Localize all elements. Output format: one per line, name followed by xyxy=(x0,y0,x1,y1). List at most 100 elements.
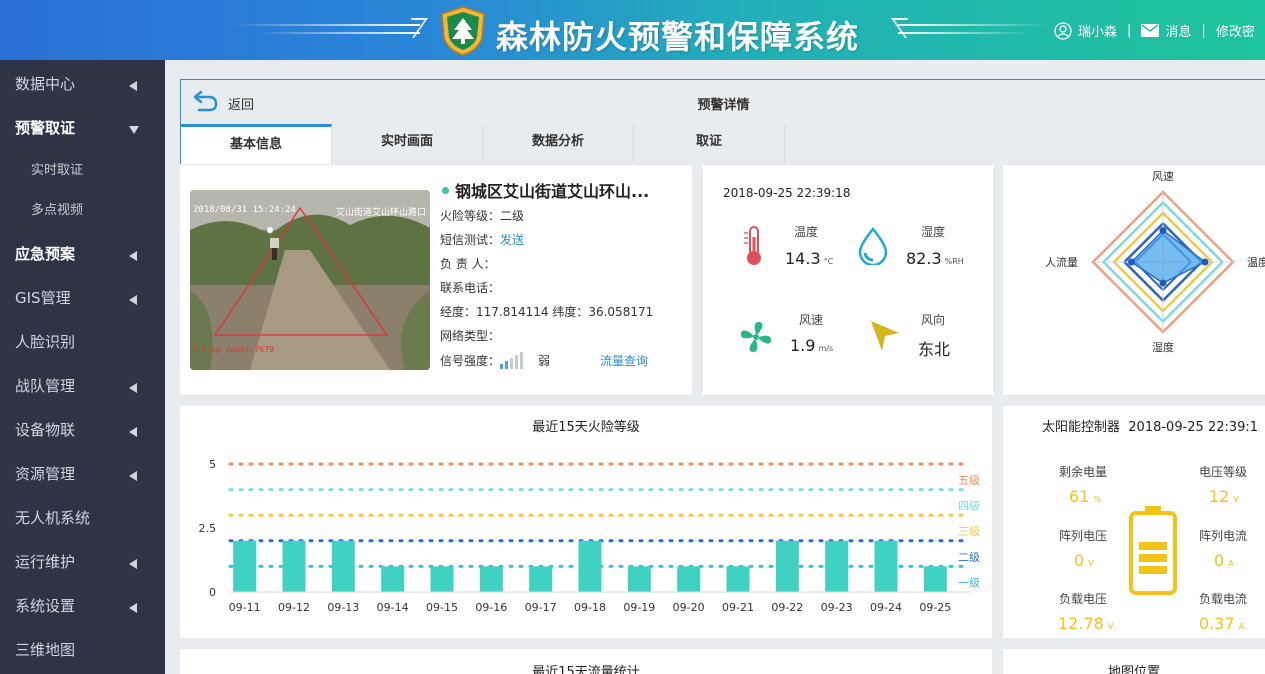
bar[interactable] xyxy=(825,540,849,592)
reference-line-label: 四级 xyxy=(958,500,980,513)
camera-location-overlay: 艾山街道艾山环山路口 xyxy=(335,208,426,218)
map-location-card: 地图位置 xyxy=(1003,649,1265,674)
change-password-link[interactable]: 修改密 xyxy=(1216,21,1255,40)
separator: | xyxy=(1201,23,1206,38)
array-current-value: 0 xyxy=(1214,551,1225,570)
sidebar-item-label: 人脸识别 xyxy=(15,333,76,351)
weather-card: 2018-09-25 22:39:18 温度 14.3 °C 湿度 82.3 %RH… xyxy=(703,165,993,395)
reference-line-label: 一级 xyxy=(958,576,980,589)
bar[interactable] xyxy=(726,566,750,592)
sidebar-item-face-recognition[interactable]: 人脸识别 xyxy=(0,320,165,364)
bar[interactable] xyxy=(874,540,898,592)
caret-left-icon xyxy=(129,427,137,437)
radar-axis-label: 风速 xyxy=(1152,170,1174,183)
bar[interactable] xyxy=(381,566,405,592)
radar-point[interactable] xyxy=(1201,258,1209,266)
app-header: 森林防火预警和保障系统 瑞小森 | 消息 | 修改密 xyxy=(0,0,1265,60)
sidebar-item-team-management[interactable]: 战队管理 xyxy=(0,364,165,408)
bar[interactable] xyxy=(233,540,257,592)
sidebar-item-maintenance[interactable]: 运行维护 xyxy=(0,540,165,584)
y-tick-label: 0 xyxy=(209,586,216,599)
sidebar-item-warning-evidence[interactable]: 预警取证 xyxy=(0,106,165,150)
load-current-label: 负载电流 xyxy=(1199,592,1248,606)
caret-down-icon xyxy=(129,126,139,134)
tab-bar: 基本信息 实时画面 数据分析 取证 xyxy=(180,124,1265,164)
radar-value-area xyxy=(1130,229,1207,284)
radar-point[interactable] xyxy=(1159,279,1167,287)
fire-level-chart-card: 最近15天火险等级 0 2.5 5 五级 四级 三级 二级 一级 09-11 09-12 09-13… xyxy=(180,406,992,638)
sms-test-row: 短信测试：发送 xyxy=(440,231,524,248)
tab-live-view[interactable]: 实时画面 xyxy=(332,124,483,162)
sidebar-item-resources[interactable]: 资源管理 xyxy=(0,452,165,496)
page-title: 预警详情 xyxy=(697,98,750,113)
sidebar: 数据中心 预警取证 实时取证 多点视频 应急预案 GIS管理 人脸识别 战队管理… xyxy=(0,60,165,674)
sidebar-item-label: 多点视频 xyxy=(31,203,84,218)
temperature-reading: 14.3 °C xyxy=(785,249,833,268)
bar[interactable] xyxy=(331,540,355,592)
x-tick-label: 09-13 xyxy=(327,601,359,614)
sidebar-item-gis[interactable]: GIS管理 xyxy=(0,276,165,320)
caret-left-icon xyxy=(129,295,137,305)
user-name-link[interactable]: 瑞小森 xyxy=(1078,21,1117,40)
separator: | xyxy=(1127,23,1132,38)
sidebar-item-iot[interactable]: 设备物联 xyxy=(0,408,165,452)
x-tick-label: 09-17 xyxy=(525,601,557,614)
flow-query-link[interactable]: 流量查询 xyxy=(600,352,648,369)
sidebar-item-label: GIS管理 xyxy=(15,289,71,307)
load-current-value: 0.37 xyxy=(1199,614,1235,633)
status-dot-icon xyxy=(442,187,449,194)
sidebar-item-3d-map[interactable]: 三维地图 xyxy=(0,628,165,672)
sidebar-subitem-realtime-evidence[interactable]: 实时取证 xyxy=(0,151,165,191)
sms-send-link[interactable]: 发送 xyxy=(500,233,524,247)
fire-level-chart: 0 2.5 5 五级四级三级二级一级 09-11 09-12 09-13 09-14 09-15… xyxy=(199,458,981,614)
bar[interactable] xyxy=(282,540,306,592)
header-decoration-right xyxy=(898,24,1048,26)
sidebar-item-settings[interactable]: 系统设置 xyxy=(0,584,165,628)
temperature-label: 温度 xyxy=(794,225,819,239)
y-tick-label: 2.5 xyxy=(199,522,217,535)
location-title: 钢城区艾山街道艾山环山... xyxy=(442,178,649,202)
sidebar-item-emergency-plan[interactable]: 应急预案 xyxy=(0,232,165,276)
signal-row: 信号强度： 弱 流量查询 xyxy=(440,351,648,369)
bar[interactable] xyxy=(677,566,701,592)
x-tick-label: 09-18 xyxy=(574,601,606,614)
camera-timestamp: 2018/08/31 15:24:24 xyxy=(193,205,296,215)
tab-evidence[interactable]: 取证 xyxy=(634,124,785,162)
bar[interactable] xyxy=(529,566,553,592)
caret-left-icon xyxy=(129,559,137,569)
tab-data-analysis[interactable]: 数据分析 xyxy=(483,124,634,162)
tab-basic-info[interactable]: 基本信息 xyxy=(181,124,332,164)
solar-title-row: 太阳能控制器 2018-09-25 22:39:1 xyxy=(1042,416,1258,435)
sidebar-item-drone[interactable]: 无人机系统 xyxy=(0,496,165,540)
radar-point[interactable] xyxy=(1128,258,1135,266)
wind-speed-label: 风速 xyxy=(799,313,824,327)
bar[interactable] xyxy=(627,566,651,592)
bar[interactable] xyxy=(578,540,602,592)
radar-chart: 风速温度湿度 人流量 xyxy=(1045,170,1265,354)
sidebar-item-label: 数据中心 xyxy=(15,75,76,93)
remaining-reading: 61% xyxy=(1069,487,1101,506)
header-chevron-right xyxy=(890,18,922,38)
x-tick-label: 09-14 xyxy=(377,601,409,614)
caret-left-icon xyxy=(129,603,137,613)
sidebar-item-data-center[interactable]: 数据中心 xyxy=(0,62,165,106)
signal-value: 弱 xyxy=(538,354,551,368)
radar-point[interactable] xyxy=(1159,227,1167,234)
network-type: 网络类型： xyxy=(440,329,501,343)
sidebar-item-label: 无人机系统 xyxy=(15,509,91,527)
fan-wind-speed-icon xyxy=(740,321,772,353)
camera-snapshot[interactable]: 2018/08/31 15:24:24 艾山街道艾山环山路口 1.trip co… xyxy=(190,190,430,370)
solar-time: 2018-09-25 22:39:1 xyxy=(1128,420,1259,435)
bar[interactable] xyxy=(479,566,503,592)
bar[interactable] xyxy=(923,566,947,592)
owner: 负 责 人： xyxy=(440,257,496,271)
x-tick-label: 09-25 xyxy=(919,601,951,614)
y-tick-label: 5 xyxy=(209,458,216,471)
messages-link[interactable]: 消息 xyxy=(1165,21,1191,40)
site-info-card: 2018/08/31 15:24:24 艾山街道艾山环山路口 1.trip co… xyxy=(180,165,692,395)
bar[interactable] xyxy=(775,540,799,592)
reference-line-label: 五级 xyxy=(958,474,980,487)
weather-time: 2018-09-25 22:39:18 xyxy=(723,186,851,200)
sidebar-subitem-multi-video[interactable]: 多点视频 xyxy=(0,191,165,231)
bar[interactable] xyxy=(430,566,454,592)
